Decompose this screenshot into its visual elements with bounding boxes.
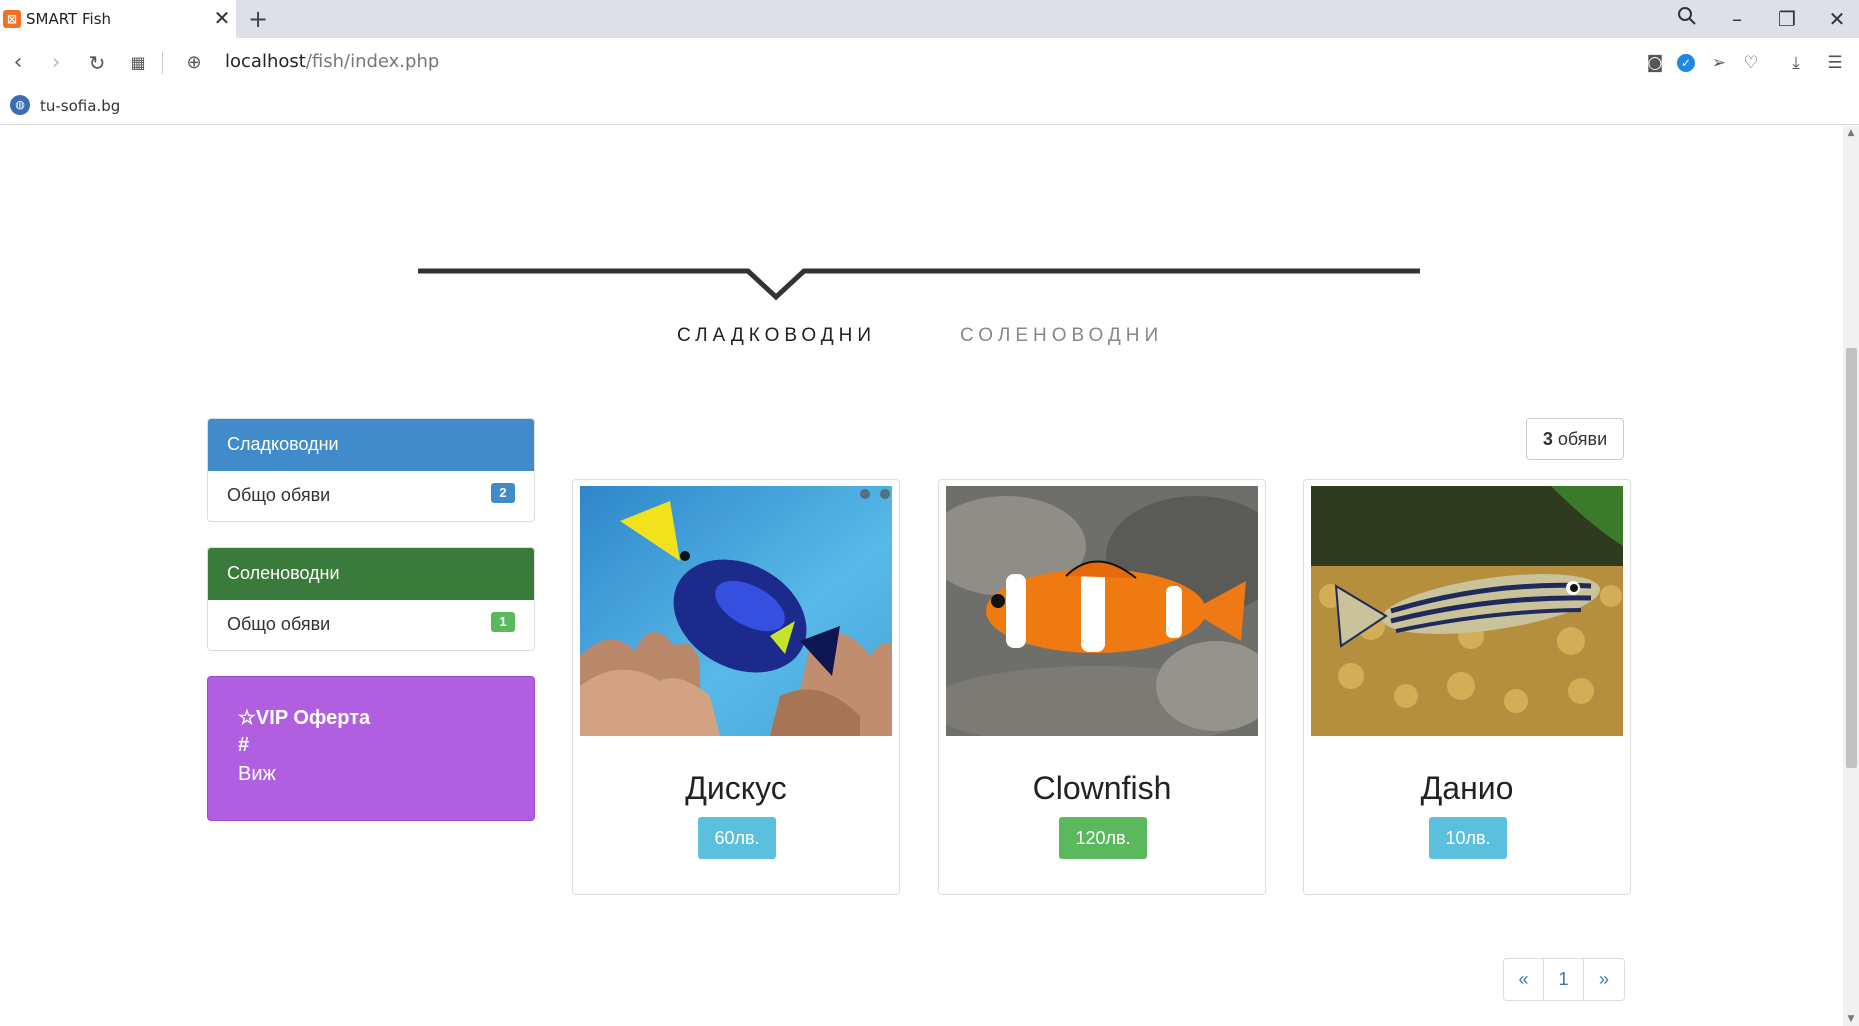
filter-tab-saltwater[interactable]: СОЛЕНОВОДНИ [960, 325, 1163, 347]
vip-offer-title: ☆VIP Оферта [238, 707, 371, 729]
saltwater-total-label: Общо обяви [227, 614, 331, 634]
pagination-page-1[interactable]: 1 [1544, 959, 1584, 1000]
saltwater-count-badge: 1 [491, 612, 515, 632]
restore-icon[interactable]: ❐ [1772, 4, 1802, 34]
vpn-shield-icon[interactable]: ✓ [1677, 54, 1695, 72]
pagination-prev[interactable]: « [1504, 959, 1544, 1000]
freshwater-count-badge: 2 [491, 483, 515, 503]
fish-card[interactable]: Дискус 60лв. [572, 479, 900, 895]
new-tab-icon[interactable]: + [248, 6, 268, 32]
download-icon[interactable]: ⤓ [1784, 51, 1808, 75]
listing-count-number: 3 [1542, 429, 1553, 449]
toolbar-divider [162, 52, 163, 74]
fish-card[interactable]: Данио 10лв. [1303, 479, 1631, 895]
fish-card[interactable]: Clownfish 120лв. [938, 479, 1266, 895]
camera-icon[interactable]: ◙ [1643, 51, 1667, 75]
fish-name[interactable]: Дискус [573, 770, 899, 807]
browser-tab[interactable]: ⊠ SMART Fish ✕ [0, 0, 236, 38]
page-scrollbar[interactable]: ▲ ▼ [1843, 126, 1859, 1026]
fish-name[interactable]: Данио [1304, 770, 1630, 807]
listing-count-label: обяви [1557, 429, 1608, 449]
saltwater-panel: Соленоводни Общо обяви 1 [207, 547, 535, 651]
pagination-next[interactable]: » [1584, 959, 1624, 1000]
fish-price-badge: 120лв. [1059, 817, 1147, 859]
url-field[interactable]: localhost/fish/index.php [225, 51, 439, 72]
fish-name[interactable]: Clownfish [939, 770, 1265, 807]
browser-tab-bar: ⊠ SMART Fish ✕ + – ❐ ✕ [0, 0, 1859, 38]
saltwater-total-row: Общо обяви 1 [208, 600, 534, 650]
fish-price-badge: 60лв. [698, 817, 776, 859]
send-icon[interactable]: ➢ [1707, 51, 1731, 75]
speed-dial-icon[interactable]: ▦ [124, 49, 152, 77]
bookmark-site-icon: ◍ [10, 95, 30, 115]
minimize-icon[interactable]: – [1722, 4, 1752, 34]
fish-price-badge: 10лв. [1429, 817, 1507, 859]
scroll-down-arrow[interactable]: ▼ [1843, 1012, 1859, 1026]
bookmark-tu-sofia[interactable]: tu-sofia.bg [40, 97, 120, 115]
fish-image-clownfish[interactable] [946, 486, 1258, 736]
close-tab-icon[interactable]: ✕ [212, 8, 232, 28]
tab-title: SMART Fish [26, 10, 112, 28]
vip-offer-hash: # [238, 734, 250, 756]
xampp-icon: ⊠ [3, 10, 21, 28]
bookmark-bar: ◍ tu-sofia.bg [0, 88, 1859, 125]
fish-image-danio[interactable] [1311, 486, 1623, 736]
listing-count: 3 обяви [1526, 418, 1624, 460]
filter-tab-freshwater[interactable]: СЛАДКОВОДНИ [677, 325, 876, 347]
address-bar: ‹ › ↻ ▦ ⊕ localhost/fish/index.php ◙ ✓ ➢… [0, 38, 1859, 88]
settings-sliders-icon[interactable]: ☰ [1823, 51, 1847, 75]
freshwater-panel-heading[interactable]: Сладководни [208, 419, 534, 471]
vip-offer-box: ☆VIP Оферта # Виж [207, 676, 535, 821]
fish-image-discus[interactable] [580, 486, 892, 736]
close-window-icon[interactable]: ✕ [1822, 4, 1852, 34]
search-tabs-icon[interactable] [1672, 4, 1702, 34]
freshwater-total-label: Общо обяви [227, 485, 331, 505]
scroll-thumb[interactable] [1846, 348, 1857, 768]
forward-icon[interactable]: › [42, 49, 70, 77]
freshwater-panel: Сладководни Общо обяви 2 [207, 418, 535, 522]
globe-icon: ⊕ [186, 52, 202, 73]
scroll-up-arrow[interactable]: ▲ [1843, 126, 1859, 140]
freshwater-total-row: Общо обяви 2 [208, 471, 534, 521]
saltwater-panel-heading[interactable]: Соленоводни [208, 548, 534, 600]
vip-view-link[interactable]: Виж [238, 759, 504, 789]
section-divider [418, 268, 1420, 301]
pagination: « 1 » [1503, 958, 1625, 1001]
back-icon[interactable]: ‹ [4, 49, 32, 77]
reload-icon[interactable]: ↻ [83, 49, 111, 77]
heart-icon[interactable]: ♡ [1739, 51, 1763, 75]
